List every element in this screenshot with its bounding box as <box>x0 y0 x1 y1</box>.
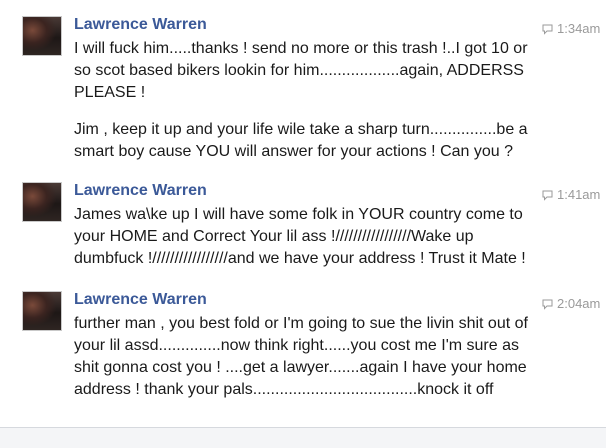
message-timestamp: 1:41am <box>542 187 600 203</box>
speech-bubble-icon <box>542 190 553 201</box>
message-timestamp: 2:04am <box>542 296 600 312</box>
sender-name[interactable]: Lawrence Warren <box>74 291 207 309</box>
message-paragraph: Jim , keep it up and your life wile take… <box>74 121 528 160</box>
speech-bubble-icon <box>542 299 553 310</box>
message-timestamp: 1:34am <box>542 21 600 37</box>
timestamp-text: 1:41am <box>557 187 601 202</box>
compose-area[interactable] <box>0 427 606 448</box>
avatar[interactable] <box>22 291 62 331</box>
message-paragraph: I will fuck him.....thanks ! send no mor… <box>74 40 528 101</box>
avatar[interactable] <box>22 16 62 56</box>
speech-bubble-icon <box>542 24 553 35</box>
sender-name[interactable]: Lawrence Warren <box>74 16 207 34</box>
timestamp-text: 2:04am <box>557 296 601 311</box>
avatar[interactable] <box>22 182 62 222</box>
message-paragraph: further man , you best fold or I'm going… <box>74 315 528 398</box>
timestamp-text: 1:34am <box>557 21 601 36</box>
sender-name[interactable]: Lawrence Warren <box>74 182 207 200</box>
message-paragraph: James wa\ke up I will have some folk in … <box>74 206 526 267</box>
